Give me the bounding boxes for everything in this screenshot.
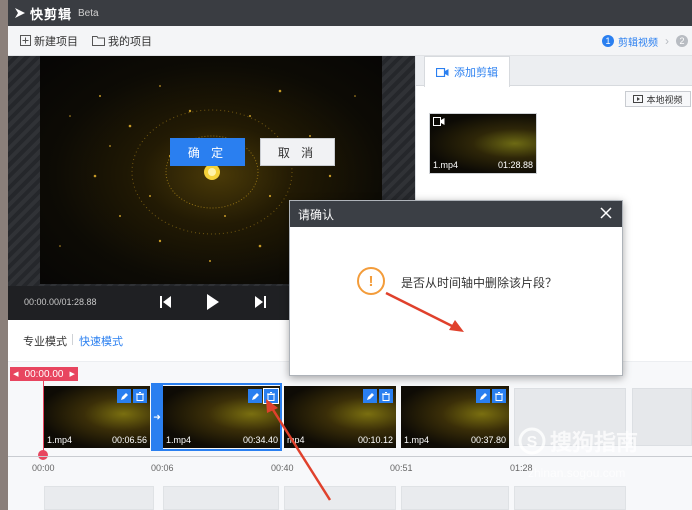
next-icon[interactable] (254, 295, 266, 309)
clip-name: 1.mp4 (47, 435, 73, 445)
new-project-label: 新建项目 (34, 35, 78, 48)
warning-icon: ! (357, 267, 385, 295)
quick-mode-tab[interactable]: 快速模式 (79, 333, 123, 349)
sogou-s-icon: S (518, 427, 546, 455)
time-readout: 00:00.00/01:28.88 (24, 297, 97, 307)
tab-add-clip-label: 添加剪辑 (454, 67, 498, 79)
triangle-left-icon: ◀ (13, 371, 19, 378)
audio-track-slot (163, 486, 279, 510)
clip-duration: 00:06.56 (111, 435, 147, 445)
edit-icon[interactable] (363, 389, 377, 403)
current-time-marker[interactable]: ◀ 00:00.00 ▶ (10, 367, 78, 381)
trash-icon[interactable] (379, 389, 393, 403)
step-indicator: 1 剪辑视频 › 2 (602, 26, 692, 56)
clip-duration: 00:10.12 (357, 435, 393, 445)
app-name: 快剪辑 (30, 6, 73, 22)
play-icon[interactable] (206, 293, 220, 311)
timeline-clip[interactable]: 1.mp4 00:37.80 (401, 386, 509, 448)
ruler-tick: 00:00 (32, 463, 55, 473)
add-icon (20, 35, 31, 46)
play-box-icon (633, 95, 644, 103)
triangle-right-icon: ▶ (69, 371, 75, 378)
video-camera-icon (433, 117, 445, 126)
edit-icon[interactable] (117, 389, 131, 403)
ruler-tick: 00:06 (151, 463, 174, 473)
watermark-text: 搜狗指南 (550, 430, 639, 455)
selection-frame (151, 383, 282, 451)
ruler-tick: 00:40 (271, 463, 294, 473)
media-thumbnail[interactable]: 1.mp4 01:28.88 (429, 113, 537, 174)
clip-tools (117, 389, 147, 403)
dialog-title: 请确认 (298, 207, 335, 222)
empty-slot (632, 388, 692, 446)
watermark-url: zhinan.sogou.com (528, 466, 626, 480)
current-time: 00:00.00 (24, 368, 64, 380)
clip-name: 1.mp4 (404, 435, 430, 445)
audio-track-slot (44, 486, 154, 510)
audio-track-slot (514, 486, 626, 510)
app-window: 快剪辑 Beta 新建项目 我的项目 1 剪辑视频 › 2 00:00.00/0… (8, 0, 692, 510)
timeline-clip[interactable]: 1.mp4 00:06.56 (44, 386, 150, 448)
trash-icon[interactable] (133, 389, 147, 403)
clip-duration: 00:37.80 (470, 435, 506, 445)
panel-tabs: 添加剪辑 (416, 56, 692, 87)
dialog-header: 请确认 (290, 201, 622, 227)
step-number: 1 (602, 35, 614, 47)
step-number: 2 (676, 35, 688, 47)
clip-tools (476, 389, 506, 403)
new-project-button[interactable]: 新建项目 (20, 33, 78, 49)
title-bar: 快剪辑 Beta (8, 0, 692, 26)
audio-track-slot (284, 486, 396, 510)
audio-track-slot (401, 486, 509, 510)
cancel-button[interactable]: 取 消 (260, 138, 335, 166)
close-icon[interactable] (599, 206, 613, 220)
previous-icon[interactable] (160, 295, 172, 309)
tab-add-clip[interactable]: 添加剪辑 (424, 56, 510, 87)
clip-tools (363, 389, 393, 403)
step-label: 剪辑视频 (618, 37, 658, 49)
divider (72, 334, 73, 345)
local-video-label: 本地视频 (646, 94, 683, 105)
trash-icon[interactable] (492, 389, 506, 403)
dialog-body: ! 是否从时间轴中删除该片段？ (290, 227, 622, 377)
pro-mode-tab[interactable]: 专业模式 (23, 333, 67, 349)
local-video-button[interactable]: 本地视频 (625, 91, 691, 107)
my-projects-button[interactable]: 我的项目 (92, 33, 152, 49)
my-projects-label: 我的项目 (108, 35, 152, 48)
dialog-message: 是否从时间轴中删除该片段？ (401, 276, 558, 290)
playhead-handle[interactable] (38, 450, 48, 460)
video-camera-icon (436, 67, 449, 77)
clip-name: mp4 (287, 435, 305, 445)
timeline-clip[interactable]: mp4 00:10.12 (284, 386, 396, 448)
watermark-logo: S 搜狗指南 (518, 425, 638, 457)
playhead[interactable] (43, 381, 44, 451)
toolbar: 新建项目 我的项目 1 剪辑视频 › 2 (8, 26, 692, 56)
media-name: 1.mp4 (433, 160, 459, 170)
edit-icon[interactable] (476, 389, 490, 403)
step-next[interactable]: 2 (676, 35, 692, 47)
step-edit-video[interactable]: 1 剪辑视频 (602, 34, 658, 49)
chevron-right-icon: › (665, 34, 669, 48)
svg-text:S: S (527, 434, 538, 451)
folder-icon (92, 36, 105, 46)
confirm-button[interactable]: 确 定 (170, 138, 245, 166)
confirm-dialog: 请确认 ! 是否从时间轴中删除该片段？ (289, 200, 623, 376)
media-duration: 01:28.88 (497, 160, 533, 170)
ruler-tick: 00:51 (390, 463, 413, 473)
beta-badge: Beta (78, 7, 99, 19)
app-logo-icon (15, 8, 25, 18)
